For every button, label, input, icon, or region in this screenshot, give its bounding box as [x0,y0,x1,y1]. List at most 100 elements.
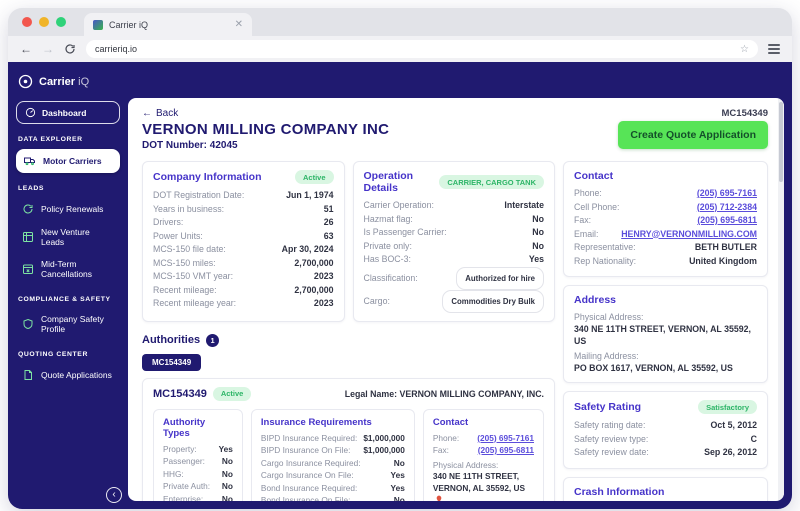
row-label: Enterprise: [163,493,203,502]
row-label: Safety review date: [574,446,649,460]
create-quote-application-button[interactable]: Create Quote Application [618,121,768,149]
tab-favicon [93,20,103,30]
sidebar-item-label: Motor Carriers [43,156,102,166]
physical-address-value: 340 NE 11TH STREET, VERNON, AL 35592, US [433,471,534,501]
fax-link[interactable]: (205) 695-6811 [478,444,534,457]
safety-rating-badge: Satisfactory [698,400,757,414]
info-row: Classification:Authorized for hire [364,267,545,290]
sidebar-item-new-venture-leads[interactable]: New Venture Leads [16,222,120,252]
info-row: Phone:(205) 695-7161 [574,187,757,201]
info-row: Drivers: 26 [153,216,334,230]
physical-address-label: Physical Address: [574,311,757,323]
info-row: HHG:No [163,468,233,481]
sidebar: Carrier iQ Dashboard DATA EXPLORER Motor… [8,62,128,509]
info-row: Property:Yes [163,443,233,456]
authorities-count-badge: 1 [206,334,219,347]
authority-contact-card: Contact Phone:(205) 695-7161 Fax:(205) 6… [423,409,544,502]
authority-types-card: Authority Types Property:Yes Passenger:N… [153,409,243,502]
info-row: Cargo:Commodities Dry Bulk [364,290,545,313]
row-value: Oct 5, 2012 [711,419,757,433]
carrieriq-logo-icon [18,74,33,89]
maximize-window-button[interactable] [56,17,66,27]
tab-close-icon[interactable]: ✕ [235,19,243,30]
row-value: 2023 [314,270,334,284]
sidebar-item-policy-renewals[interactable]: Policy Renewals [16,198,120,220]
info-row: Fax:(205) 695-6811 [574,214,757,228]
row-value: No [532,240,544,254]
row-label: Drivers: [153,216,183,230]
row-label: MCS-150 VMT year: [153,270,233,284]
scrollbar[interactable] [778,98,784,501]
grid-icon [22,231,34,243]
url-bar[interactable]: carrieriq.io ☆ [86,40,758,58]
page-title: VERNON MILLING COMPANY INC [142,121,389,138]
card-title: Contact [433,417,534,428]
row-label: BIPD Insurance Required: [261,432,357,445]
row-label: Years in business: [153,203,224,217]
forward-nav-icon[interactable]: → [42,43,54,55]
legal-name: Legal Name: VERNON MILLING COMPANY, INC. [345,389,544,399]
row-label: HHG: [163,468,184,481]
row-value: C [751,433,757,447]
card-title: Operation Details [364,170,440,194]
info-row: Private Auth:No [163,480,233,493]
phone-link[interactable]: (205) 695-7161 [477,432,534,445]
info-row: Years in business: 51 [153,203,334,217]
back-button[interactable]: ← Back [142,108,178,119]
row-value: No [394,494,405,501]
operation-details-card: Operation Details CARRIER, CARGO TANK Ca… [353,161,556,322]
row-label: Carrier Operation: [364,199,434,213]
browser-menu-icon[interactable] [768,44,780,54]
card-title: Address [574,294,616,306]
reload-icon[interactable] [64,43,76,55]
row-label: MCS-150 file date: [153,243,226,257]
physical-address-label: Physical Address: [433,460,534,472]
close-window-button[interactable] [22,17,32,27]
phone-link[interactable]: (205) 695-7161 [697,187,757,201]
row-value: 26 [324,216,334,230]
sidebar-item-dashboard[interactable]: Dashboard [16,101,120,124]
location-alert-icon [435,495,443,501]
row-label: Recent mileage: [153,284,217,298]
back-nav-icon[interactable]: ← [20,43,32,55]
classification-chip: Authorized for hire [456,267,544,290]
card-title: Authority Types [163,417,233,439]
physical-address-value: 340 NE 11TH STREET, VERNON, AL 35592, US [574,323,757,347]
browser-tab[interactable]: Carrier iQ ✕ [84,13,252,36]
row-value: No [222,455,233,468]
window-controls [22,17,66,27]
bookmark-star-icon[interactable]: ☆ [740,44,749,55]
row-label: Cargo Insurance Required: [261,457,361,470]
info-row: Private only:No [364,240,545,254]
row-label: Fax: [433,444,449,457]
sidebar-item-quote-applications[interactable]: Quote Applications [16,364,120,386]
row-label: Representative: [574,241,636,255]
sidebar-item-motor-carriers[interactable]: Motor Carriers [16,149,120,173]
info-row: Rep Nationality:United Kingdom [574,255,757,269]
email-link[interactable]: HENRY@VERNONMILLING.COM [621,228,757,242]
info-row: Email:HENRY@VERNONMILLING.COM [574,228,757,242]
row-value: Yes [391,482,405,495]
row-label: Cargo: [364,293,390,310]
app-page: Carrier iQ Dashboard DATA EXPLORER Motor… [8,62,792,509]
scrollbar-thumb[interactable] [779,102,783,182]
info-row: Fax: (205) 695-6811 [433,444,534,457]
info-row: MCS-150 VMT year: 2023 [153,270,334,284]
authority-number: MC154349 [153,388,207,400]
card-title: Crash Information [574,486,664,498]
sidebar-item-company-safety-profile[interactable]: Company Safety Profile [16,309,120,339]
browser-tab-strip: Carrier iQ ✕ [8,8,792,36]
row-label: Property: [163,443,197,456]
info-row: Safety review type:C [574,433,757,447]
row-label: Is Passenger Carrier: [364,226,447,240]
row-label: Hazmat flag: [364,213,413,227]
cell-phone-link[interactable]: (205) 712-2384 [697,201,757,215]
sidebar-collapse-button[interactable]: ‹ [106,487,122,503]
authority-tab-mc154349[interactable]: MC154349 [142,354,201,371]
fax-link[interactable]: (205) 695-6811 [697,214,757,228]
sidebar-item-mid-term-cancellations[interactable]: Mid-Term Cancellations [16,254,120,284]
info-row: Recent mileage:2,700,000 [153,284,334,298]
minimize-window-button[interactable] [39,17,49,27]
row-value: 51 [324,203,334,217]
info-row: Cargo Insurance Required:No [261,457,405,470]
